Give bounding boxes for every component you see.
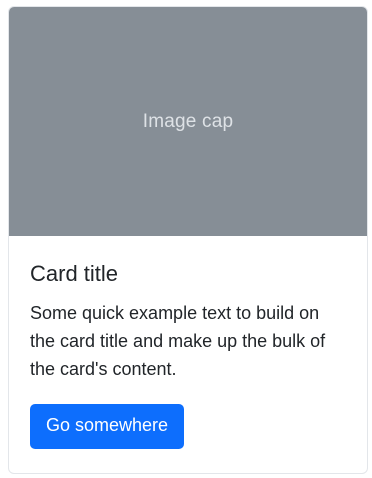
card: Image cap Card title Some quick example …	[8, 6, 368, 474]
go-somewhere-button[interactable]: Go somewhere	[30, 404, 185, 449]
card-text: Some quick example text to build on the …	[30, 303, 326, 380]
card-title: Card title	[30, 261, 119, 286]
image-cap-text: Image cap	[142, 110, 234, 132]
card-body: Card title Some quick example text to bu…	[9, 236, 367, 449]
card-image-placeholder: Image cap	[9, 7, 367, 236]
